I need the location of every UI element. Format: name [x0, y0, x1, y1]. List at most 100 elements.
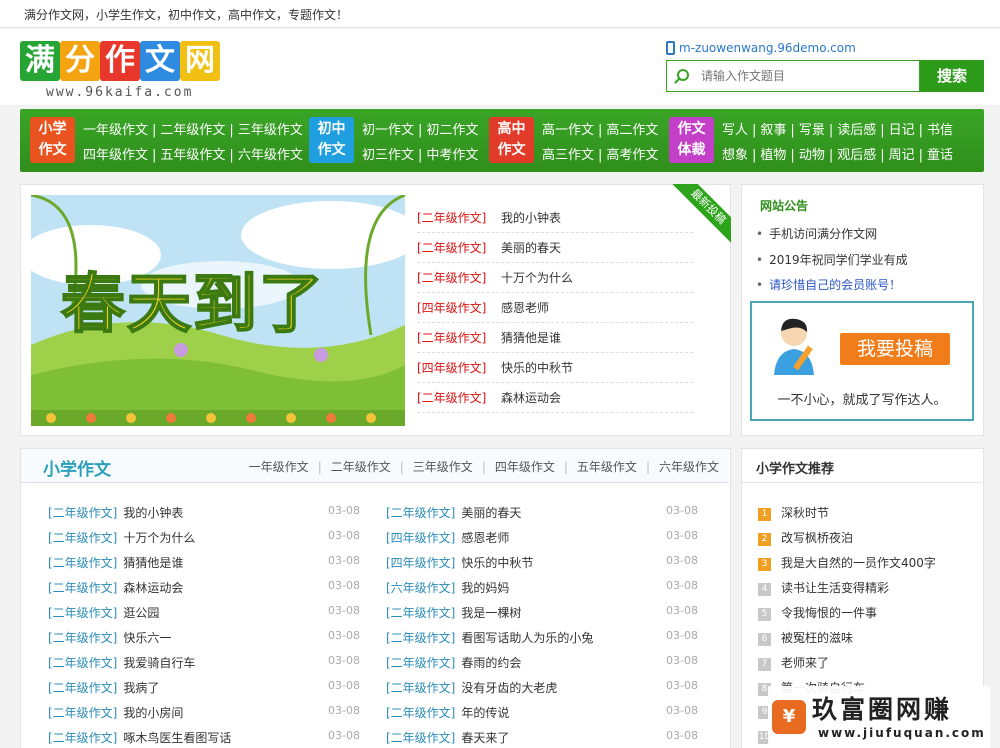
featured-banner[interactable]: 春天到了	[31, 195, 405, 426]
logo-url: www.96kaifa.com	[46, 85, 194, 100]
list-item[interactable]: [二年级作文] 我爱骑自行车 03-08	[48, 654, 360, 674]
nav-row: 初三作文 | 中考作文	[362, 148, 479, 163]
list-item[interactable]: [二年级作文] 逛公园 03-08	[48, 604, 360, 624]
list-item[interactable]: [二年级作文] 快乐六一 03-08	[48, 629, 360, 649]
nav-link[interactable]: 一年级作文	[83, 123, 148, 138]
notice-item[interactable]: 请珍惜自己的会员账号！	[756, 276, 976, 293]
recommend-item[interactable]: 3 我是大自然的一员作文400字	[758, 554, 936, 571]
nav-link[interactable]: 动物	[799, 148, 825, 163]
search-bar: 搜索	[666, 60, 984, 92]
nav-group-genre: 作文 体裁 写人 | 叙事 | 写景 | 读后感 | 日记 | 书信 想象 | 植物 | 动物 | 观后感 | 周记…	[669, 117, 979, 165]
category-label: [二年级作文]	[48, 656, 118, 670]
nav-link[interactable]: 高一作文	[542, 123, 594, 138]
list-item[interactable]: [二年级作文] 我病了 03-08	[48, 679, 360, 699]
date-label: 03-08	[666, 529, 698, 542]
article-title: 深秋时节	[781, 506, 830, 520]
nav-link[interactable]: 高三作文	[542, 148, 594, 163]
recommend-item[interactable]: 5 令我悔恨的一件事	[758, 604, 877, 621]
list-item[interactable]: [二年级作文] 没有牙齿的大老虎 03-08	[386, 679, 698, 699]
tab-grade[interactable]: 一年级作文	[249, 460, 309, 474]
article-title: 我的小钟表	[123, 506, 184, 520]
list-item[interactable]: [二年级作文] 我的小房间 03-08	[48, 704, 360, 724]
notice-item[interactable]: 2019年祝同学们学业有成	[756, 251, 976, 268]
list-item[interactable]: [二年级作文] 十万个为什么	[417, 263, 693, 293]
nav-label-line: 高中	[497, 121, 526, 137]
nav-link[interactable]: 六年级作文	[238, 148, 303, 163]
recommend-item[interactable]: 7 老师来了	[758, 654, 829, 671]
nav-link[interactable]: 二年级作文	[160, 123, 225, 138]
logo-char: 文	[140, 41, 180, 81]
recommend-item[interactable]: 1 深秋时节	[758, 504, 829, 521]
nav-link[interactable]: 植物	[760, 148, 786, 163]
date-label: 03-08	[328, 579, 360, 592]
search-button[interactable]: 搜索	[920, 60, 984, 92]
list-item[interactable]: [二年级作文] 我的小钟表	[417, 203, 693, 233]
article-title: 改写枫桥夜泊	[781, 531, 854, 545]
recommend-title: 小学作文推荐	[756, 462, 835, 477]
list-item[interactable]: [四年级作文] 快乐的中秋节	[417, 353, 693, 383]
nav-link[interactable]: 四年级作文	[83, 148, 148, 163]
nav-label-line: 作文	[497, 142, 526, 158]
nav-link[interactable]: 周记	[889, 148, 915, 163]
category-label: [二年级作文]	[417, 331, 487, 345]
list-item[interactable]: [二年级作文] 猜猜他是谁 03-08	[48, 554, 360, 574]
list-item[interactable]: [四年级作文] 感恩老师	[417, 293, 693, 323]
list-item[interactable]: [二年级作文] 森林运动会 03-08	[48, 579, 360, 599]
mobile-link[interactable]: m-zuowenwang.96demo.com	[666, 41, 856, 55]
date-label: 03-08	[328, 679, 360, 692]
nav-link[interactable]: 中考作文	[426, 148, 478, 163]
nav-link[interactable]: 高二作文	[606, 123, 658, 138]
nav-link[interactable]: 日记	[889, 123, 915, 138]
nav-label-genre[interactable]: 作文 体裁	[669, 117, 714, 163]
nav-link[interactable]: 初三作文	[362, 148, 414, 163]
recommend-item[interactable]: 6 被冤枉的滋味	[758, 629, 853, 646]
list-item[interactable]: [六年级作文] 我的妈妈 03-08	[386, 579, 698, 599]
nav-link[interactable]: 观后感	[837, 148, 876, 163]
list-item[interactable]: [二年级作文] 年的传说 03-08	[386, 704, 698, 724]
list-item[interactable]: [二年级作文] 啄木鸟医生看图写话 03-08	[48, 729, 360, 748]
list-item[interactable]: [二年级作文] 美丽的春天	[417, 233, 693, 263]
list-item[interactable]: [二年级作文] 美丽的春天 03-08	[386, 504, 698, 524]
nav-label-primary[interactable]: 小学 作文	[30, 117, 75, 163]
recommend-item[interactable]: 2 改写枫桥夜泊	[758, 529, 853, 546]
list-item[interactable]: [二年级作文] 我是一棵树 03-08	[386, 604, 698, 624]
recommend-item[interactable]: 4 读书让生活变得精彩	[758, 579, 889, 596]
nav-link[interactable]: 书信	[927, 123, 953, 138]
nav-link[interactable]: 童话	[927, 148, 953, 163]
nav-link[interactable]: 叙事	[760, 123, 786, 138]
tab-grade[interactable]: 六年级作文	[659, 460, 719, 474]
list-item[interactable]: [二年级作文] 春雨的约会 03-08	[386, 654, 698, 674]
list-item[interactable]: [二年级作文] 春天来了 03-08	[386, 729, 698, 748]
list-item[interactable]: [二年级作文] 十万个为什么 03-08	[48, 529, 360, 549]
nav-link[interactable]: 初一作文	[362, 123, 414, 138]
tab-grade[interactable]: 三年级作文	[413, 460, 473, 474]
nav-link[interactable]: 读后感	[837, 123, 876, 138]
nav-link[interactable]: 三年级作文	[238, 123, 303, 138]
site-logo[interactable]: 满 分 作 文 网 www.96kaifa.com	[20, 41, 220, 105]
submit-panel[interactable]: 我要投稿 一不小心，就成了写作达人。	[750, 301, 974, 421]
list-item[interactable]: [二年级作文] 森林运动会	[417, 383, 693, 413]
nav-label-line: 小学	[38, 121, 67, 137]
list-item[interactable]: [二年级作文] 我的小钟表 03-08	[48, 504, 360, 524]
notice-item[interactable]: 手机访问满分作文网	[756, 225, 976, 242]
article-title: 森林运动会	[501, 391, 562, 405]
date-label: 03-08	[666, 504, 698, 517]
category-label: [二年级作文]	[417, 241, 487, 255]
nav-link[interactable]: 写景	[799, 123, 825, 138]
submit-article-button[interactable]: 我要投稿	[840, 333, 950, 365]
nav-link[interactable]: 初二作文	[426, 123, 478, 138]
nav-label-middle[interactable]: 初中 作文	[309, 117, 354, 163]
nav-label-high[interactable]: 高中 作文	[489, 117, 534, 163]
nav-link[interactable]: 五年级作文	[160, 148, 225, 163]
search-input[interactable]	[701, 67, 911, 85]
tab-grade[interactable]: 五年级作文	[577, 460, 637, 474]
list-item[interactable]: [二年级作文] 猜猜他是谁	[417, 323, 693, 353]
list-item[interactable]: [二年级作文] 看图写话助人为乐的小兔 03-08	[386, 629, 698, 649]
tab-grade[interactable]: 二年级作文	[331, 460, 391, 474]
nav-link[interactable]: 想象	[722, 148, 748, 163]
list-item[interactable]: [四年级作文] 快乐的中秋节 03-08	[386, 554, 698, 574]
list-item[interactable]: [四年级作文] 感恩老师 03-08	[386, 529, 698, 549]
tab-grade[interactable]: 四年级作文	[495, 460, 555, 474]
nav-link[interactable]: 写人	[722, 123, 748, 138]
nav-link[interactable]: 高考作文	[606, 148, 658, 163]
